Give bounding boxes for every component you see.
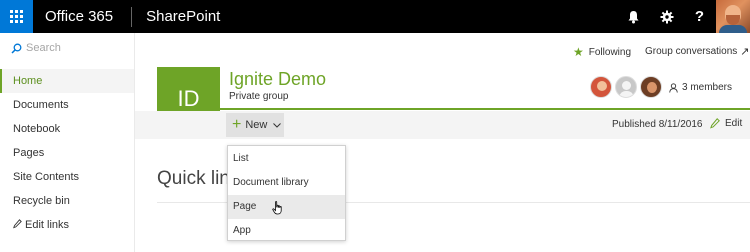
published-status: Published 8/11/2016 xyxy=(612,119,703,130)
edit-label: Edit xyxy=(725,118,743,129)
search-placeholder: Search xyxy=(26,42,61,54)
site-logo-initials: ID xyxy=(177,85,200,111)
waffle-icon xyxy=(10,10,23,23)
menu-item-page-label: Page xyxy=(233,201,257,212)
new-label: New xyxy=(245,119,268,131)
nav-item-home[interactable]: Home xyxy=(0,69,134,93)
group-conversations-link[interactable]: Group conversations ↗ xyxy=(645,45,750,58)
member-avatar[interactable] xyxy=(590,76,612,98)
nav-item-site-contents[interactable]: Site Contents xyxy=(0,165,134,189)
menu-item-page[interactable]: Page xyxy=(228,195,345,219)
suite-bar: Office 365 SharePoint ? xyxy=(0,0,750,33)
menu-item-list[interactable]: List xyxy=(228,147,345,171)
edit-button[interactable]: Edit xyxy=(710,118,742,129)
nav-item-notebook[interactable]: Notebook xyxy=(0,117,134,141)
edit-links-label: Edit links xyxy=(25,219,70,231)
search-icon xyxy=(11,43,22,54)
pencil-icon xyxy=(13,219,22,229)
user-avatar[interactable] xyxy=(716,0,750,33)
site-title[interactable]: Ignite Demo xyxy=(229,69,326,90)
bell-icon xyxy=(628,10,639,23)
menu-item-document-library[interactable]: Document library xyxy=(228,171,345,195)
site-subtitle: Private group xyxy=(229,91,289,102)
nav-item-recycle-bin[interactable]: Recycle bin xyxy=(0,189,134,213)
app-launcher-button[interactable] xyxy=(0,0,33,33)
following-label: Following xyxy=(588,46,632,58)
member-avatar[interactable] xyxy=(615,76,637,98)
gear-icon xyxy=(660,10,673,23)
office365-link[interactable]: Office 365 xyxy=(45,0,113,33)
command-bar: + New Published 8/11/2016 Edit xyxy=(135,111,750,139)
nav-item-pages[interactable]: Pages xyxy=(0,141,134,165)
nav-item-documents[interactable]: Documents xyxy=(0,93,134,117)
menu-item-app[interactable]: App xyxy=(228,219,345,243)
sharepoint-link[interactable]: SharePoint xyxy=(146,0,220,33)
nav-item-edit-links[interactable]: Edit links xyxy=(0,213,134,237)
plus-icon: + xyxy=(232,116,242,133)
settings-button[interactable] xyxy=(650,0,683,33)
member-avatars[interactable] xyxy=(590,76,665,98)
member-avatar[interactable] xyxy=(640,76,662,98)
left-navigation: Search Home Documents Notebook Pages Sit… xyxy=(0,33,135,252)
external-link-icon: ↗ xyxy=(740,46,750,58)
notifications-button[interactable] xyxy=(617,0,650,33)
header-divider xyxy=(220,108,750,110)
chevron-down-icon xyxy=(273,122,282,128)
members-label: 3 members xyxy=(682,82,733,93)
new-dropdown-menu: List Document library Page App xyxy=(227,145,346,241)
hand-cursor-icon xyxy=(272,201,282,215)
suite-divider xyxy=(131,6,133,27)
new-button[interactable]: + New xyxy=(226,113,284,137)
search-box[interactable]: Search xyxy=(0,35,134,61)
following-button[interactable]: ★ Following xyxy=(573,45,631,59)
group-conversations-label: Group conversations xyxy=(645,46,738,57)
pencil-icon xyxy=(710,118,720,129)
person-icon xyxy=(669,82,678,93)
members-button[interactable]: 3 members xyxy=(669,82,732,93)
star-icon: ★ xyxy=(573,45,584,59)
help-icon: ? xyxy=(694,8,705,25)
help-button[interactable]: ? xyxy=(683,0,716,33)
